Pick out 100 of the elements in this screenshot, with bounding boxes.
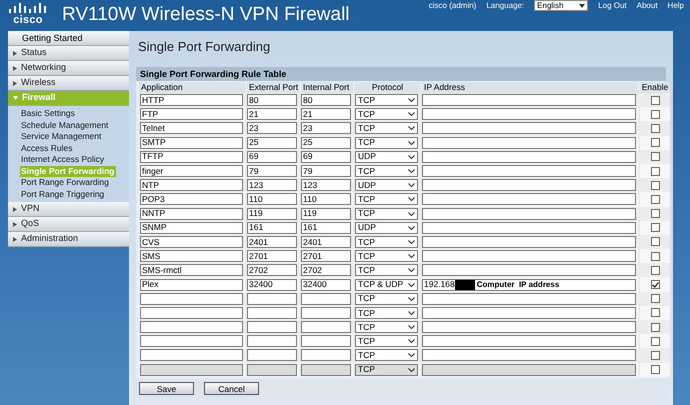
protocol-select[interactable]: TCP <box>355 321 418 334</box>
nav-section[interactable]: Administration <box>8 232 129 247</box>
internal-port-field[interactable]: 32400 <box>301 278 351 291</box>
external-port-field[interactable]: 23 <box>247 122 297 134</box>
enable-checkbox[interactable] <box>650 110 660 119</box>
external-port-field[interactable]: 80 <box>247 94 297 106</box>
external-port-field[interactable]: 69 <box>247 150 297 163</box>
external-port-field[interactable] <box>247 292 297 305</box>
application-field[interactable]: FTP <box>140 108 243 120</box>
external-port-field[interactable] <box>247 321 297 334</box>
internal-port-field[interactable]: 119 <box>301 208 351 220</box>
external-port-field[interactable] <box>247 306 297 319</box>
application-field[interactable]: finger <box>140 165 243 178</box>
internal-port-field[interactable]: 25 <box>301 136 351 149</box>
ip-address-field[interactable] <box>422 306 636 319</box>
nav-section[interactable]: QoS <box>8 217 129 232</box>
nav-subitem[interactable]: Service Management <box>20 131 102 142</box>
internal-port-field[interactable]: 161 <box>301 222 351 234</box>
enable-checkbox[interactable] <box>650 194 660 204</box>
enable-checkbox[interactable] <box>650 237 660 246</box>
internal-port-field[interactable]: 69 <box>301 150 351 163</box>
application-field[interactable]: SNMP <box>140 222 243 234</box>
protocol-select[interactable]: UDP <box>355 222 418 234</box>
protocol-select[interactable]: TCP <box>355 94 418 106</box>
header-link[interactable]: Help <box>668 1 684 10</box>
external-port-field[interactable]: 79 <box>247 165 297 178</box>
nav-subitem[interactable]: Port Range Forwarding <box>20 177 110 188</box>
ip-address-field[interactable] <box>422 236 636 248</box>
protocol-select[interactable]: TCP <box>355 193 418 206</box>
enable-checkbox[interactable] <box>650 252 660 261</box>
protocol-select[interactable]: TCP <box>355 165 418 178</box>
external-port-field[interactable]: 123 <box>247 179 297 192</box>
nav-section[interactable]: Networking <box>8 61 129 76</box>
nav-section[interactable]: Wireless <box>8 76 129 91</box>
internal-port-field[interactable] <box>301 306 351 319</box>
enable-checkbox[interactable] <box>650 138 660 148</box>
enable-checkbox[interactable] <box>650 350 660 360</box>
internal-port-field[interactable]: 23 <box>301 122 351 134</box>
enable-checkbox[interactable] <box>650 180 660 190</box>
enable-checkbox[interactable] <box>650 322 660 332</box>
language-select[interactable]: English <box>534 0 588 11</box>
application-field[interactable]: POP3 <box>140 193 243 206</box>
internal-port-field[interactable] <box>301 349 351 362</box>
enable-checkbox[interactable] <box>650 336 660 346</box>
enable-checkbox[interactable] <box>650 209 660 218</box>
ip-address-field[interactable] <box>422 165 636 178</box>
ip-address-field[interactable] <box>422 208 636 220</box>
enable-checkbox[interactable] <box>650 96 660 105</box>
enable-checkbox[interactable] <box>650 280 660 290</box>
external-port-field[interactable]: 161 <box>247 222 297 234</box>
nav-subitem[interactable]: Schedule Management <box>20 120 110 131</box>
protocol-select[interactable]: TCP <box>355 236 418 248</box>
ip-address-field[interactable] <box>422 264 636 276</box>
application-field[interactable]: HTTP <box>140 94 243 106</box>
protocol-select[interactable]: TCP <box>355 122 418 134</box>
external-port-field[interactable] <box>247 335 297 348</box>
application-field[interactable]: SMS <box>140 250 243 262</box>
internal-port-field[interactable]: 2401 <box>301 236 351 248</box>
internal-port-field[interactable]: 110 <box>301 193 351 206</box>
protocol-select[interactable]: TCP <box>355 264 418 276</box>
nav-section[interactable]: Status <box>8 46 129 61</box>
protocol-select[interactable]: UDP <box>355 179 418 192</box>
application-field[interactable] <box>140 306 243 319</box>
protocol-select[interactable]: UDP <box>355 150 418 163</box>
application-field[interactable]: NNTP <box>140 208 243 220</box>
external-port-field[interactable]: 2701 <box>247 250 297 262</box>
internal-port-field[interactable]: 2702 <box>301 264 351 276</box>
protocol-select[interactable]: TCP <box>355 108 418 120</box>
nav-subitem[interactable]: Access Rules <box>20 142 74 154</box>
external-port-field[interactable]: 110 <box>247 193 297 206</box>
ip-address-field[interactable] <box>422 136 636 149</box>
ip-address-field[interactable] <box>422 122 636 134</box>
application-field[interactable] <box>140 292 243 305</box>
ip-address-field[interactable] <box>422 222 636 234</box>
protocol-select[interactable]: TCP & UDP <box>355 278 418 291</box>
nav-subitem[interactable]: Basic Settings <box>20 108 76 120</box>
application-field[interactable] <box>140 321 243 334</box>
external-port-field[interactable] <box>247 349 297 362</box>
nav-subitem[interactable]: Internet Access Policy <box>20 154 106 166</box>
ip-address-field[interactable] <box>422 179 636 192</box>
external-port-field[interactable]: 119 <box>247 208 297 220</box>
ip-address-field[interactable] <box>422 335 636 348</box>
external-port-field[interactable]: 25 <box>247 136 297 149</box>
nav-link[interactable]: Getting Started <box>8 31 129 46</box>
protocol-select[interactable]: TCP <box>355 250 418 262</box>
protocol-select[interactable]: TCP <box>355 136 418 149</box>
ip-address-field[interactable] <box>422 349 636 362</box>
ip-address-field[interactable] <box>422 250 636 262</box>
internal-port-field[interactable] <box>301 321 351 334</box>
form-button[interactable]: Save <box>139 382 194 395</box>
enable-checkbox[interactable] <box>650 124 660 133</box>
application-field[interactable] <box>140 349 243 362</box>
header-link[interactable]: Log Out <box>598 1 627 10</box>
internal-port-field[interactable]: 123 <box>301 179 351 192</box>
internal-port-field[interactable]: 2701 <box>301 250 351 262</box>
form-button[interactable]: Cancel <box>204 382 259 395</box>
header-link[interactable]: About <box>636 1 658 10</box>
protocol-select[interactable]: TCP <box>355 349 418 362</box>
enable-checkbox[interactable] <box>650 266 660 275</box>
internal-port-field[interactable]: 80 <box>301 94 351 106</box>
